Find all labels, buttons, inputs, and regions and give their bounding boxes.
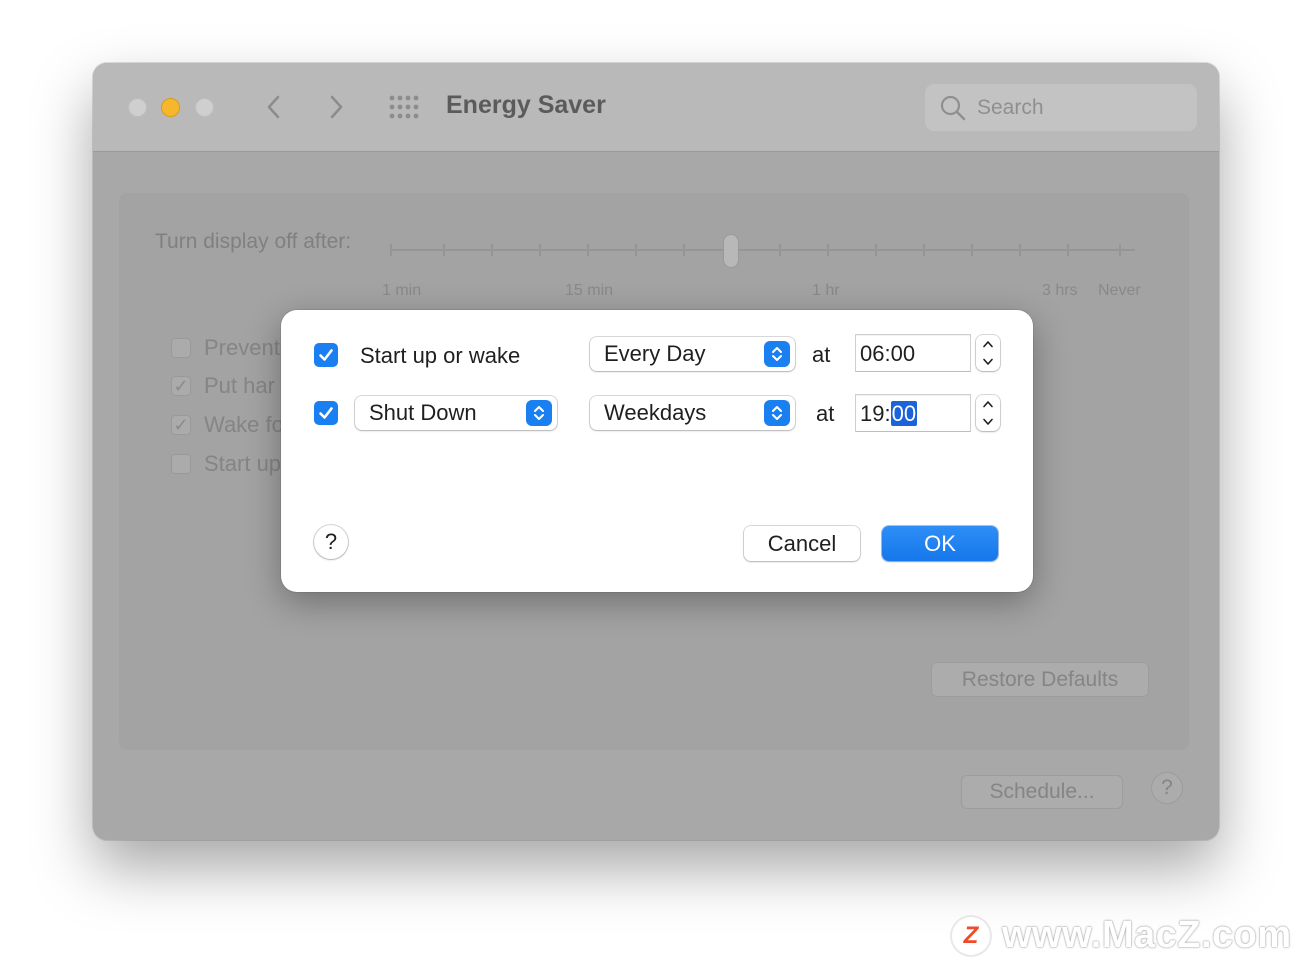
shutdown-checkbox[interactable] xyxy=(314,401,338,425)
shutdown-day-popup[interactable]: Weekdays xyxy=(590,396,795,430)
slider-tick xyxy=(923,244,925,256)
chevron-right-icon xyxy=(330,95,343,119)
popup-arrows-icon xyxy=(764,400,790,426)
slider-knob[interactable] xyxy=(723,234,739,268)
option-checkbox-3[interactable]: ✓ xyxy=(171,415,191,435)
option-checkbox-1[interactable] xyxy=(171,338,191,358)
startup-checkbox[interactable] xyxy=(314,343,338,367)
shutdown-time-value: 19:00 xyxy=(860,401,918,427)
shutdown-time-hours: 19 xyxy=(860,401,885,426)
tick-label-1-min: 1 min xyxy=(382,282,422,299)
help-button[interactable]: ? xyxy=(1151,772,1183,804)
tick-label-1-hr: 1 hr xyxy=(812,282,840,299)
shutdown-time-field[interactable]: 19:00 xyxy=(855,394,971,432)
startup-day-popup[interactable]: Every Day xyxy=(590,337,795,371)
schedule-dialog: Start up or wake Every Day at 06:00 Shut… xyxy=(281,310,1033,592)
startup-label: Start up or wake xyxy=(360,343,521,368)
tick-label-15-min: 15 min xyxy=(565,282,614,299)
dialog-help-button[interactable]: ? xyxy=(314,525,348,559)
slider-tick xyxy=(390,244,392,256)
slider-tick xyxy=(635,244,637,256)
search-icon xyxy=(940,95,966,121)
option-label-2: Put har xyxy=(204,373,275,398)
watermark-text: www.MacZ.com xyxy=(1002,914,1292,956)
shutdown-action-value: Shut Down xyxy=(369,400,477,425)
slider-tick xyxy=(539,244,541,256)
search-input[interactable]: Search xyxy=(925,84,1197,131)
shutdown-time-minutes-selected[interactable]: 00 xyxy=(890,401,918,426)
slider-tick xyxy=(1119,244,1121,256)
startup-at-label: at xyxy=(812,342,831,367)
tick-label-never: Never xyxy=(1098,282,1141,299)
forward-button[interactable] xyxy=(319,90,353,124)
checkmark-icon: ✓ xyxy=(173,415,189,435)
ok-button[interactable]: OK xyxy=(882,526,998,561)
restore-defaults-button[interactable]: Restore Defaults xyxy=(931,662,1149,697)
tick-label-3-hrs: 3 hrs xyxy=(1042,282,1078,299)
shutdown-day-value: Weekdays xyxy=(604,400,707,425)
slider-tick xyxy=(971,244,973,256)
show-all-preferences-button[interactable] xyxy=(388,94,422,120)
checkmark-icon: ✓ xyxy=(173,376,189,396)
option-label-3: Wake fo xyxy=(204,412,284,437)
option-label-4: Start up xyxy=(204,451,282,476)
window-title: Energy Saver xyxy=(446,91,606,119)
title-bar: Energy Saver Search xyxy=(93,63,1219,152)
grid-icon xyxy=(389,95,419,119)
popup-arrows-icon xyxy=(526,400,552,426)
popup-arrows-icon xyxy=(764,341,790,367)
zoom-window-button[interactable] xyxy=(195,98,214,117)
chevron-down-icon[interactable] xyxy=(976,353,1000,371)
close-window-button[interactable] xyxy=(128,98,147,117)
checkmark-icon xyxy=(319,407,333,419)
chevron-left-icon xyxy=(267,95,280,119)
checkmark-icon xyxy=(319,349,333,361)
slider-tick xyxy=(491,244,493,256)
slider-tick xyxy=(683,244,685,256)
display-off-slider-label: Turn display off after: xyxy=(155,230,352,253)
chevron-down-icon[interactable] xyxy=(976,413,1000,431)
watermark-logo-icon: Z xyxy=(952,917,990,955)
cancel-button[interactable]: Cancel xyxy=(744,526,860,561)
option-checkbox-4[interactable] xyxy=(171,454,191,474)
chevron-up-icon[interactable] xyxy=(976,335,1000,353)
display-off-slider[interactable] xyxy=(390,249,1135,251)
slider-tick xyxy=(1067,244,1069,256)
slider-tick xyxy=(779,244,781,256)
slider-tick xyxy=(875,244,877,256)
slider-tick xyxy=(443,244,445,256)
option-checkbox-2[interactable]: ✓ xyxy=(171,376,191,396)
search-placeholder: Search xyxy=(977,96,1044,119)
shutdown-at-label: at xyxy=(816,401,835,426)
startup-time-stepper[interactable] xyxy=(976,335,1000,371)
shutdown-action-popup[interactable]: Shut Down xyxy=(355,396,557,430)
back-button[interactable] xyxy=(258,90,292,124)
shutdown-time-separator: : xyxy=(884,401,891,426)
startup-time-value: 06:00 xyxy=(860,341,916,366)
minimize-window-button[interactable] xyxy=(161,98,180,117)
slider-tick xyxy=(1019,244,1021,256)
startup-day-value: Every Day xyxy=(604,341,706,366)
slider-tick xyxy=(827,244,829,256)
schedule-button[interactable]: Schedule... xyxy=(961,775,1123,809)
startup-time-field[interactable]: 06:00 xyxy=(855,334,971,372)
slider-tick xyxy=(587,244,589,256)
shutdown-time-stepper[interactable] xyxy=(976,395,1000,431)
option-label-1: Prevent xyxy=(204,335,280,360)
chevron-up-icon[interactable] xyxy=(976,395,1000,413)
